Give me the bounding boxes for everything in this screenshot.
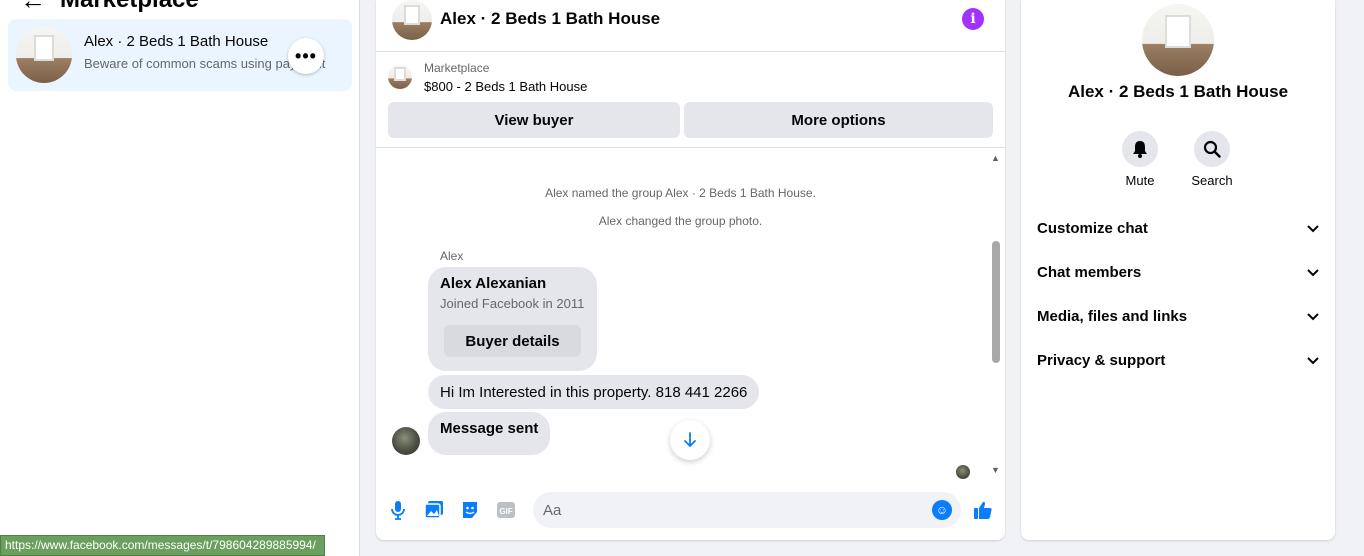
section-media-files-links[interactable]: Media, files and links [1037, 302, 1319, 330]
message-input[interactable] [533, 492, 961, 528]
listing-banner: Marketplace $800 - 2 Beds 1 Bath House V… [376, 52, 1005, 148]
details-name: Alex · 2 Beds 1 Bath House [1067, 82, 1289, 101]
message-thread: Alex named the group Alex · 2 Beds 1 Bat… [376, 149, 1005, 483]
sender-name: Alex [440, 249, 464, 263]
view-buyer-button[interactable]: View buyer [388, 102, 680, 138]
thread-scrollbar[interactable]: ▲ ▼ [989, 149, 1003, 483]
mute-action[interactable]: Mute [1110, 131, 1170, 188]
bell-icon[interactable] [1122, 131, 1158, 167]
info-icon[interactable]: i [962, 8, 984, 30]
section-label: Customize chat [1037, 219, 1148, 237]
conversation-thumbnail [16, 27, 72, 83]
chevron-down-icon [1307, 309, 1319, 324]
microphone-icon[interactable] [388, 500, 408, 520]
chat-avatar[interactable] [392, 0, 432, 40]
emoji-icon[interactable]: ☺ [932, 500, 952, 520]
more-horizontal-icon[interactable]: ••• [288, 38, 324, 74]
section-customize-chat[interactable]: Customize chat [1037, 214, 1319, 242]
scroll-up-arrow-icon[interactable]: ▲ [991, 153, 1000, 163]
chat-title[interactable]: Alex · 2 Beds 1 Bath House [440, 9, 660, 29]
chat-panel: Alex · 2 Beds 1 Bath House i Marketplace… [376, 0, 1005, 540]
search-action[interactable]: Search [1182, 131, 1242, 188]
scroll-down-arrow-icon[interactable]: ▼ [991, 465, 1000, 475]
message-bubble[interactable]: Message sent [428, 412, 551, 455]
section-chat-members[interactable]: Chat members [1037, 258, 1319, 286]
section-label: Privacy & support [1037, 351, 1166, 369]
more-options-button[interactable]: More options [684, 102, 993, 138]
listing-thumbnail [388, 65, 412, 89]
section-label: Chat members [1037, 263, 1142, 281]
sender-avatar[interactable] [392, 427, 420, 455]
gif-icon[interactable]: GIF [496, 500, 516, 520]
chat-header: Alex · 2 Beds 1 Bath House i [376, 0, 1005, 52]
conversation-sidebar: ← Marketplace Alex · 2 Beds 1 Bath House… [0, 0, 360, 556]
svg-text:GIF: GIF [499, 507, 512, 516]
arrow-left-icon[interactable]: ← [20, 0, 46, 13]
scrollbar-thumb[interactable] [992, 241, 1000, 363]
sticker-icon[interactable] [460, 500, 480, 520]
photo-icon[interactable] [424, 500, 444, 520]
seen-avatar [956, 465, 970, 479]
buyer-joined: Joined Facebook in 2011 [440, 296, 585, 311]
listing-source: Marketplace [424, 61, 490, 75]
conversation-item[interactable]: Alex · 2 Beds 1 Bath House Beware of com… [8, 19, 352, 91]
chevron-down-icon [1307, 265, 1319, 280]
search-label: Search [1191, 173, 1233, 188]
mute-label: Mute [1125, 173, 1155, 188]
arrow-down-icon[interactable] [670, 420, 710, 460]
details-panel: Alex · 2 Beds 1 Bath House Mute Search C… [1021, 0, 1335, 540]
status-bar-url: https://www.facebook.com/messages/t/7986… [0, 535, 325, 556]
listing-price-title[interactable]: $800 - 2 Beds 1 Bath House [424, 79, 587, 94]
buyer-card: Alex Alexanian Joined Facebook in 2011 B… [428, 267, 597, 371]
system-message: Alex named the group Alex · 2 Beds 1 Bat… [545, 186, 816, 200]
section-privacy-support[interactable]: Privacy & support [1037, 346, 1319, 374]
buyer-details-button[interactable]: Buyer details [444, 325, 581, 357]
conversation-name: Alex · 2 Beds 1 Bath House [84, 33, 269, 50]
chevron-down-icon [1307, 221, 1319, 236]
chevron-down-icon [1307, 353, 1319, 368]
details-avatar [1142, 4, 1214, 76]
search-icon[interactable] [1194, 131, 1230, 167]
sidebar-header: ← Marketplace [20, 0, 199, 14]
composer: GIF ☺ [376, 490, 1005, 530]
message-bubble[interactable]: Hi Im Interested in this property. 818 4… [428, 375, 760, 409]
sidebar-title: Marketplace [60, 0, 199, 14]
thumbs-up-icon[interactable] [973, 500, 993, 520]
section-label: Media, files and links [1037, 307, 1188, 325]
system-message: Alex changed the group photo. [598, 214, 763, 228]
buyer-name: Alex Alexanian [440, 275, 547, 292]
